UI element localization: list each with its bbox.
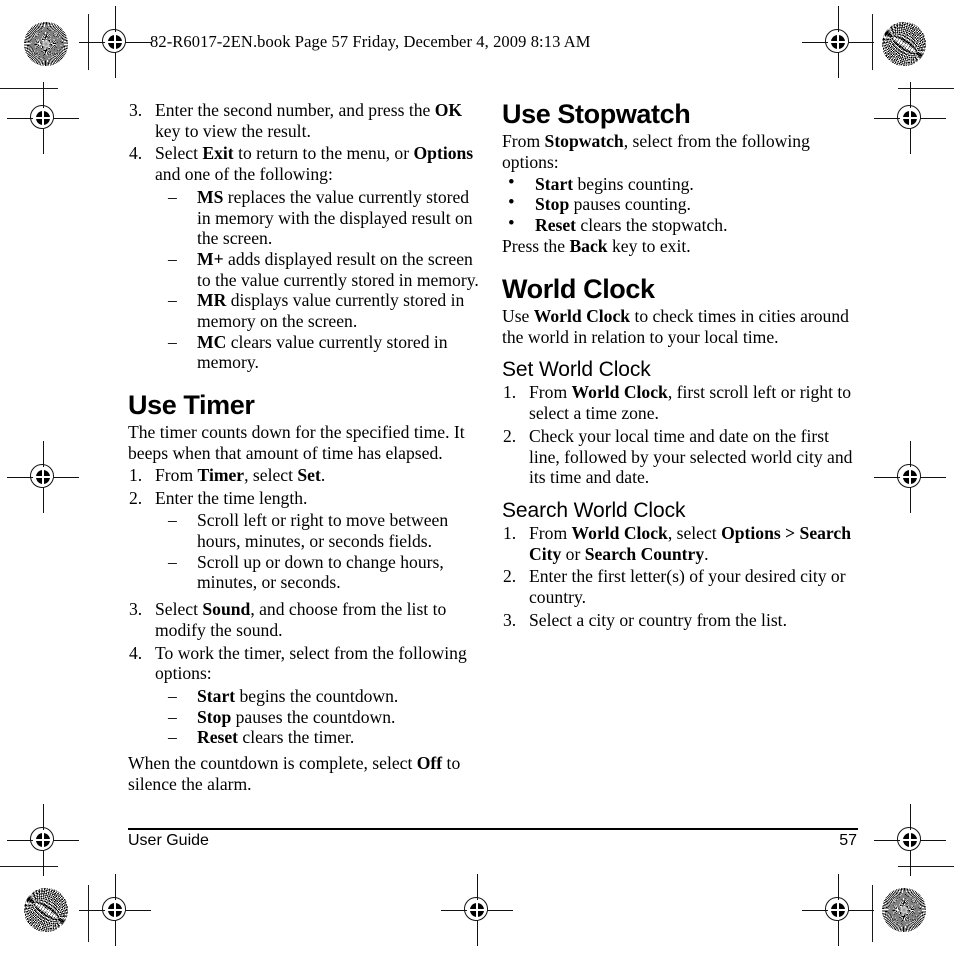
- list-item: – Stop pauses the countdown.: [168, 707, 480, 728]
- list-item-text: Select Sound, and choose from the list t…: [155, 599, 447, 640]
- right-column: Use Stopwatch From Stopwatch, select fro…: [502, 100, 858, 633]
- list-marker: 3.: [129, 599, 143, 620]
- list-item-text: Start begins the countdown.: [197, 685, 399, 706]
- list-item: – MC clears value currently stored in me…: [168, 332, 480, 373]
- section-heading-use-stopwatch: Use Stopwatch: [502, 99, 691, 129]
- use-stopwatch-intro: From Stopwatch, select from the followin…: [502, 131, 810, 173]
- list-item-text: MR displays value currently stored in me…: [197, 290, 465, 332]
- page-number: 57: [839, 832, 857, 849]
- list-item: 1. From Timer, select Set.: [128, 465, 480, 486]
- footer-guide-label: User Guide: [128, 832, 209, 849]
- list-item-text: Reset clears the timer.: [197, 727, 355, 748]
- memory-options-dash-list: – MS replaces the value currently stored…: [168, 187, 480, 373]
- list-item: – Scroll up or down to change hours, min…: [168, 552, 480, 593]
- list-marker: 3.: [129, 100, 143, 120]
- list-item-text: Select Exit to return to the menu, or Op…: [155, 143, 474, 185]
- list-marker: •: [508, 192, 515, 214]
- list-item: 3. Select a city or country from the lis…: [502, 610, 858, 631]
- list-marker: –: [168, 290, 177, 311]
- list-item-text: From Timer, select Set.: [155, 464, 326, 485]
- list-marker: 4.: [129, 642, 143, 663]
- list-marker: –: [168, 685, 177, 706]
- list-item-text: Scroll left or right to move between hou…: [197, 510, 449, 551]
- world-clock-intro: Use World Clock to check times in cities…: [502, 305, 849, 347]
- document-page: 82-R6017-2EN.book Page 57 Friday, Decemb…: [0, 0, 954, 954]
- list-item: 2. Check your local time and date on the…: [502, 426, 858, 488]
- list-item: 1. From World Clock, first scroll left o…: [502, 382, 858, 423]
- list-marker: 1.: [129, 464, 143, 485]
- list-item: – MS replaces the value currently stored…: [168, 187, 480, 249]
- list-item: • Start begins counting.: [506, 171, 858, 195]
- use-timer-steps-continued: 3. Select Sound, and choose from the lis…: [128, 599, 480, 684]
- subsection-heading-set-world-clock: Set World Clock: [502, 358, 651, 382]
- list-item: 2. Enter the time length.: [128, 488, 480, 509]
- list-item: – Start begins the countdown.: [168, 686, 480, 707]
- list-item: – M+ adds displayed result on the screen…: [168, 249, 480, 290]
- list-item-text: M+ adds displayed result on the screen t…: [197, 248, 479, 290]
- list-item-text: Check your local time and date on the fi…: [529, 425, 853, 488]
- list-marker: 1.: [503, 523, 517, 544]
- list-marker: 2.: [129, 487, 143, 508]
- list-item: – MR displays value currently stored in …: [168, 290, 480, 331]
- list-marker: •: [508, 213, 515, 235]
- list-marker: –: [168, 186, 177, 207]
- left-column: 3. Enter the second number, and press th…: [128, 100, 480, 795]
- use-timer-closing: When the countdown is complete, select O…: [128, 753, 461, 794]
- list-marker: –: [168, 331, 177, 352]
- list-item-text: Stop pauses the countdown.: [197, 706, 396, 727]
- subsection-heading-search-world-clock: Search World Clock: [502, 498, 686, 522]
- search-world-clock-steps: 1. From World Clock, select Options > Se…: [502, 523, 858, 631]
- list-item-text: Start begins counting.: [535, 173, 694, 194]
- page-content: 3. Enter the second number, and press th…: [0, 0, 954, 954]
- use-timer-step2-subitems: – Scroll left or right to move between h…: [168, 510, 480, 593]
- list-marker: 1.: [503, 382, 517, 403]
- continued-numbered-list: 3. Enter the second number, and press th…: [128, 100, 480, 185]
- use-stopwatch-closing: Press the Back key to exit.: [502, 235, 691, 256]
- list-item-text: From World Clock, first scroll left or r…: [529, 382, 852, 424]
- list-item: 4. To work the timer, select from the fo…: [128, 643, 480, 684]
- list-item: 3. Select Sound, and choose from the lis…: [128, 599, 480, 640]
- list-item: – Reset clears the timer.: [168, 727, 480, 748]
- list-item: – Scroll left or right to move between h…: [168, 510, 480, 551]
- list-marker: –: [168, 248, 177, 269]
- list-item: 3. Enter the second number, and press th…: [128, 100, 480, 141]
- list-item: • Stop pauses counting.: [506, 192, 858, 215]
- list-marker: 3.: [503, 609, 517, 630]
- list-item-text: Stop pauses counting.: [535, 194, 691, 215]
- list-item-text: To work the timer, select from the follo…: [155, 642, 467, 684]
- list-item-text: From World Clock, select Options > Searc…: [529, 523, 852, 564]
- use-stopwatch-options: • Start begins counting. • Stop pauses c…: [506, 171, 858, 236]
- list-item-text: Scroll up or down to change hours, minut…: [197, 551, 444, 593]
- list-marker: –: [168, 727, 177, 748]
- use-timer-intro: The timer counts down for the specified …: [128, 422, 465, 464]
- list-marker: 2.: [503, 425, 517, 446]
- page-footer: User Guide 57: [128, 830, 858, 854]
- use-timer-steps: 1. From Timer, select Set. 2. Enter the …: [128, 465, 480, 508]
- section-heading-world-clock: World Clock: [502, 273, 655, 304]
- list-item-text: Enter the second number, and press the O…: [155, 100, 463, 141]
- list-item: • Reset clears the stopwatch.: [506, 213, 858, 236]
- list-item: 2. Enter the first letter(s) of your des…: [502, 566, 858, 607]
- list-item-text: Reset clears the stopwatch.: [535, 215, 728, 236]
- use-timer-step4-subitems: – Start begins the countdown. – Stop pau…: [168, 686, 480, 748]
- set-world-clock-steps: 1. From World Clock, first scroll left o…: [502, 382, 858, 488]
- list-marker: •: [508, 171, 515, 193]
- list-item-text: Enter the time length.: [155, 487, 308, 508]
- list-item-text: Enter the first letter(s) of your desire…: [529, 566, 846, 608]
- list-item-text: MC clears value currently stored in memo…: [197, 331, 448, 373]
- section-heading-use-timer: Use Timer: [128, 390, 255, 421]
- list-marker: –: [168, 510, 177, 531]
- list-item: 4. Select Exit to return to the menu, or…: [128, 143, 480, 184]
- list-item: 1. From World Clock, select Options > Se…: [502, 523, 858, 564]
- list-item-text: Select a city or country from the list.: [529, 609, 787, 630]
- list-marker: –: [168, 706, 177, 727]
- list-item-text: MS replaces the value currently stored i…: [197, 186, 473, 249]
- list-marker: 2.: [503, 566, 517, 587]
- list-marker: –: [168, 551, 177, 572]
- list-marker: 4.: [129, 143, 143, 164]
